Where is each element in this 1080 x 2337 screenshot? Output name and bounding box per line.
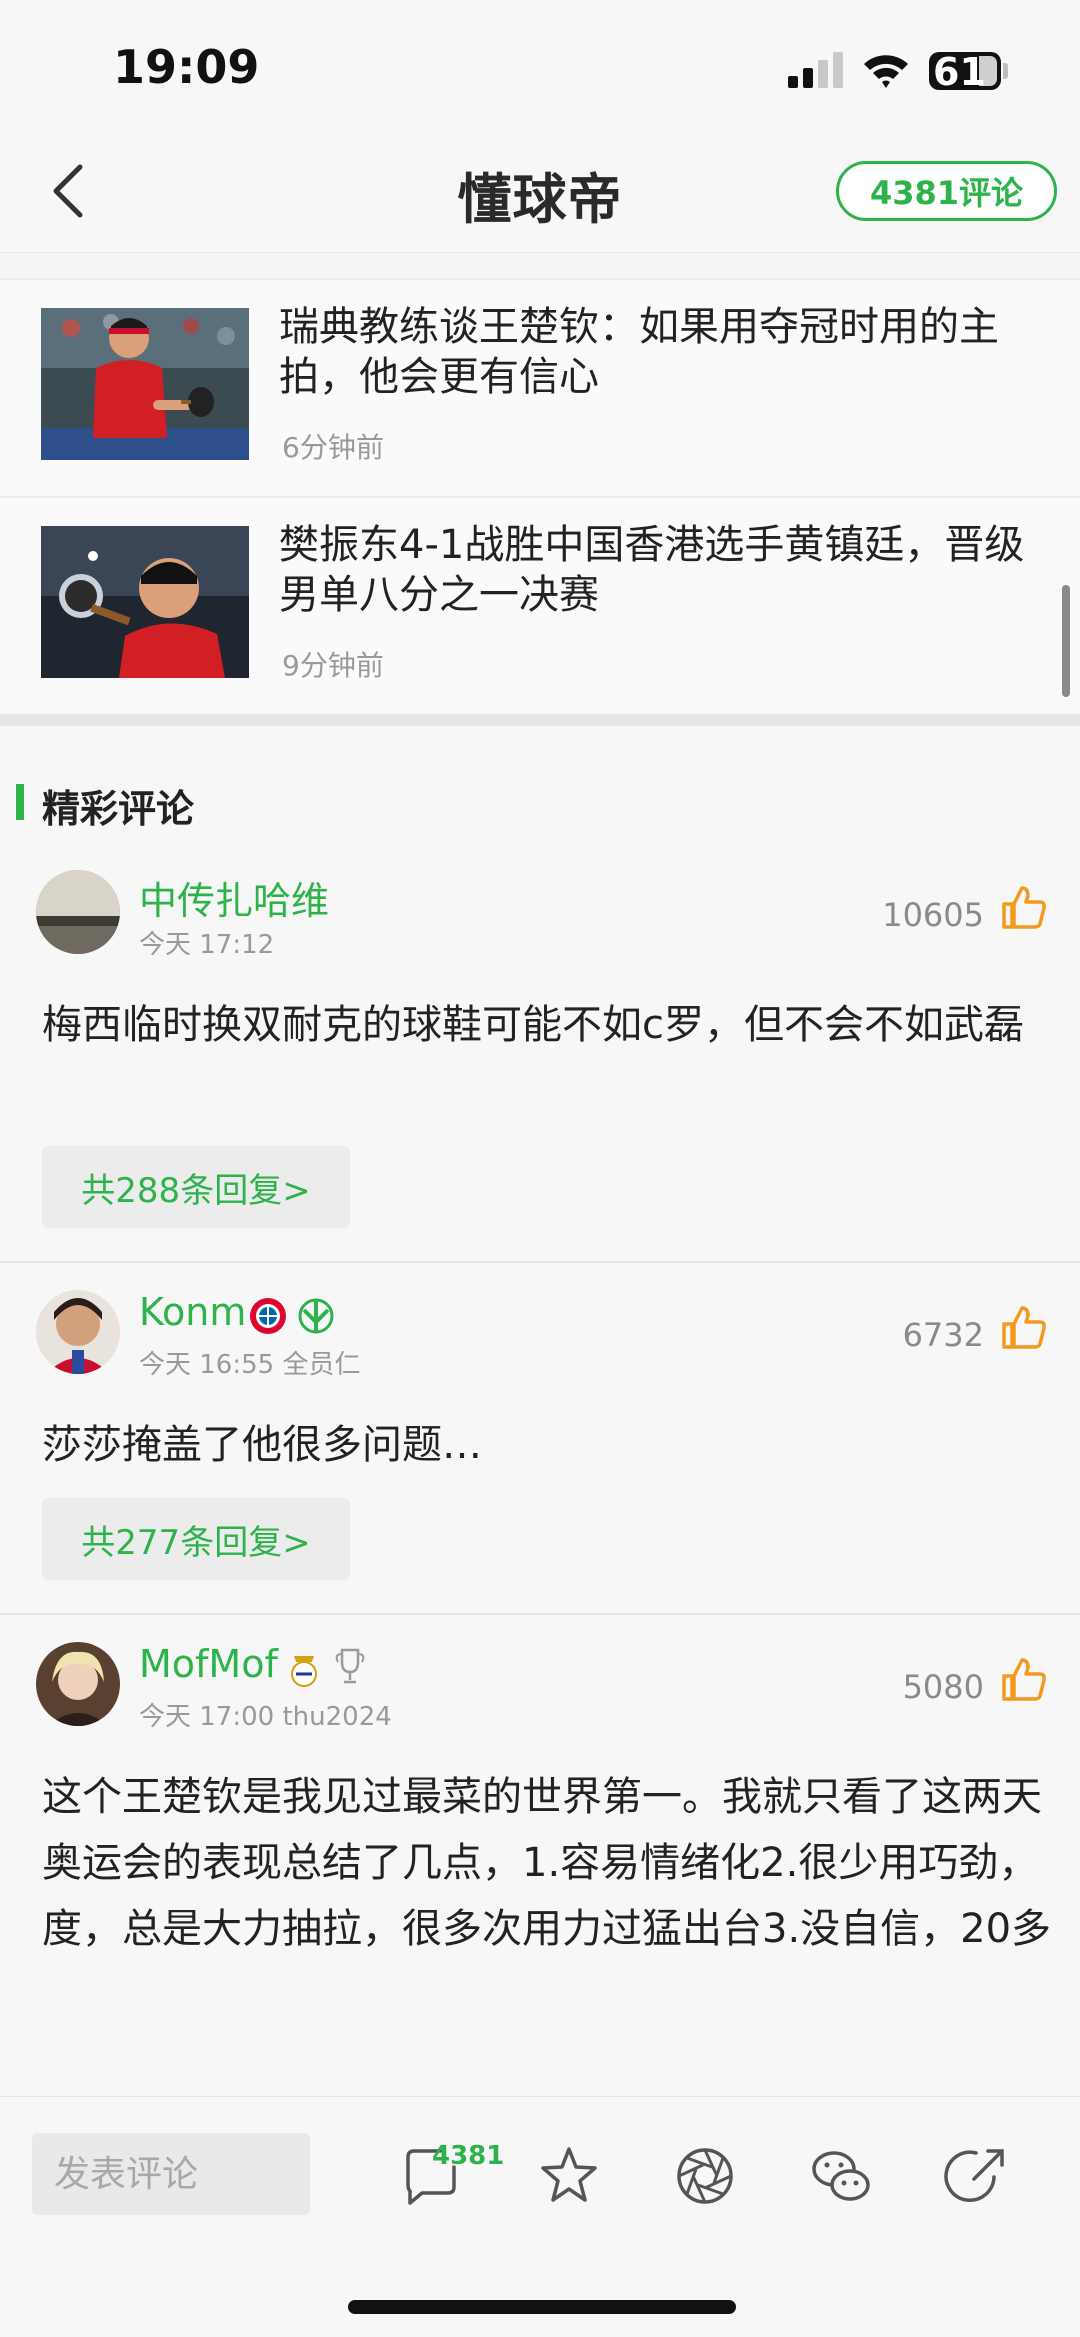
related-news-list: 瑞典教练谈王楚钦：如果用夺冠时用的主拍，他会更有信心 6分钟前 樊振东4-1战胜… xyxy=(0,278,1080,714)
real-madrid-badge-icon xyxy=(291,1656,317,1687)
trophy-icon xyxy=(335,1648,365,1684)
news-item[interactable]: 瑞典教练谈王楚钦：如果用夺冠时用的主拍，他会更有信心 6分钟前 xyxy=(0,278,1080,496)
comments-section: 精彩评论 中传扎哈维 今天 17:12 10605 梅西临时换双耐克的球鞋可能不… xyxy=(0,726,1080,2096)
comment-time: 今天 16:55 全员仁 xyxy=(139,1350,361,1380)
camera-aperture-icon[interactable] xyxy=(672,2143,738,2209)
scrollbar[interactable] xyxy=(1062,585,1070,697)
status-bar: 19:09 61 xyxy=(0,0,1080,135)
share-icon[interactable] xyxy=(944,2143,1010,2209)
team-badge-icon xyxy=(298,1298,334,1334)
signal-icon xyxy=(788,52,846,88)
battery-icon: 61 xyxy=(929,50,1001,94)
comment-text: 这个王楚钦是我见过最菜的世界第一。我就只看了这两天奥运会的表现总结了几点，1.容… xyxy=(42,1774,1052,1952)
section-title: 精彩评论 xyxy=(42,787,195,831)
replies-button[interactable]: 共277条回复> xyxy=(42,1498,350,1580)
comment-count-button[interactable]: 4381评论 xyxy=(836,161,1057,221)
news-time: 9分钟前 xyxy=(282,649,384,682)
comment-username[interactable]: MofMof xyxy=(139,1642,278,1686)
nav-bar: 懂球帝 4381评论 xyxy=(0,135,1080,253)
comment-time: 今天 17:00 thu2024 xyxy=(139,1702,392,1732)
like-count: 6732 xyxy=(902,1316,984,1354)
avatar[interactable] xyxy=(36,870,120,954)
comment-input[interactable] xyxy=(32,2133,310,2215)
comment-text: 梅西临时换双耐克的球鞋可能不如c罗，但不会不如武磊 xyxy=(42,1002,1024,1048)
wifi-icon xyxy=(864,55,908,88)
like-count: 10605 xyxy=(882,896,984,934)
thumbs-up-icon[interactable] xyxy=(1000,884,1048,930)
thumbs-up-icon[interactable] xyxy=(1000,1656,1048,1702)
bayern-munich-badge-icon xyxy=(250,1298,286,1334)
news-title: 瑞典教练谈王楚钦：如果用夺冠时用的主拍，他会更有信心 xyxy=(279,304,999,400)
thumbs-up-icon[interactable] xyxy=(1000,1304,1048,1350)
comment-username[interactable]: 中传扎哈维 xyxy=(139,870,329,925)
comment-username[interactable]: Konm xyxy=(139,1290,246,1334)
section-accent-bar xyxy=(16,784,24,820)
status-time: 19:09 xyxy=(113,40,260,94)
news-time: 6分钟前 xyxy=(282,431,384,464)
star-icon[interactable] xyxy=(536,2143,602,2209)
news-title: 樊振东4-1战胜中国香港选手黄镇廷，晋级男单八分之一决赛 xyxy=(279,522,1025,618)
battery-level: 61 xyxy=(933,50,986,94)
like-count: 5080 xyxy=(902,1668,984,1706)
news-thumbnail xyxy=(41,526,249,678)
wechat-icon[interactable] xyxy=(808,2143,874,2209)
replies-button[interactable]: 共288条回复> xyxy=(42,1146,350,1228)
home-indicator xyxy=(348,2300,736,2314)
comment-text: 莎莎掩盖了他很多问题… xyxy=(42,1422,482,1468)
news-item[interactable]: 樊振东4-1战胜中国香港选手黄镇廷，晋级男单八分之一决赛 9分钟前 xyxy=(0,496,1080,714)
comment-count-badge: 4381 xyxy=(432,2141,505,2171)
news-thumbnail xyxy=(41,308,249,460)
avatar[interactable] xyxy=(36,1642,120,1726)
comment-time: 今天 17:12 xyxy=(139,930,275,960)
avatar[interactable] xyxy=(36,1290,120,1374)
